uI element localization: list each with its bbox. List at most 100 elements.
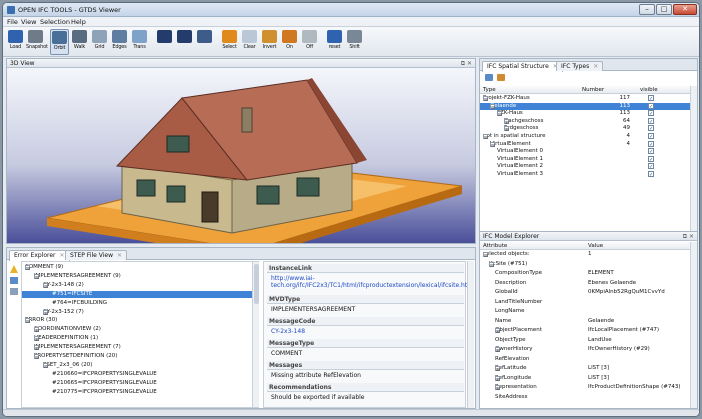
spatial-tree-row[interactable]: VirtualElement 0 ✓ [480, 148, 690, 155]
error-tree-scrollbar[interactable] [252, 262, 259, 407]
toolbar-button-grid[interactable]: Grid [90, 29, 109, 55]
expand-toggle-icon[interactable]: ⊞ [495, 375, 500, 383]
expand-toggle-icon[interactable]: ⊟ [34, 273, 39, 281]
col-number[interactable]: Number [582, 87, 604, 93]
tab-ifc-spatial-structure[interactable]: IFC Spatial Structure✕ [482, 61, 563, 72]
model-attribute-row[interactable]: ⊞ RefLatitude LIST [3] [480, 365, 690, 373]
toolbar-button-clear[interactable]: Clear [240, 29, 259, 55]
visible-checkbox[interactable]: ✓ [648, 102, 654, 110]
toolbar-button-tool[interactable] [195, 29, 214, 55]
visible-checkbox[interactable]: ✓ [648, 163, 654, 170]
expand-toggle-icon[interactable]: ⊞ [495, 347, 500, 354]
spatial-tool-icon-1[interactable] [485, 74, 493, 81]
error-tree-row[interactable]: #751=IFCSITE [22, 290, 258, 298]
expand-toggle-icon[interactable]: ⊞ [495, 328, 500, 335]
spatial-scrollbar[interactable] [690, 86, 697, 243]
spatial-tree-row[interactable]: ⊟ VirtualElement 4 ✓ [480, 140, 690, 149]
model-attribute-row[interactable]: Name Gelaende [480, 318, 690, 325]
panel-float-close-icons[interactable]: ⧉ ✕ [683, 232, 694, 241]
toolbar-button-orbit[interactable]: Orbit [50, 29, 69, 55]
toolbar-button-on[interactable]: On [280, 29, 299, 55]
spatial-tree-row[interactable]: ⊞ Erdgeschoss 49 ✓ [480, 125, 690, 133]
error-tree-row[interactable]: #764=IFCBUILDING [22, 300, 258, 307]
minimize-button[interactable]: – [639, 4, 655, 15]
visible-checkbox[interactable]: ✓ [648, 171, 654, 178]
error-tree-row[interactable]: ⊞ IMPLEMENTERSAGREEMENT (7) [22, 344, 258, 352]
expand-toggle-icon[interactable]: ⊟ [483, 252, 488, 259]
expand-toggle-icon[interactable]: ⊞ [495, 385, 500, 392]
col-visible[interactable]: visible [640, 87, 658, 93]
spatial-tree-row[interactable]: ⊟ Projekt-FZK-Haus 117 ✓ [480, 95, 690, 103]
tab-step-file-view[interactable]: STEP File View ✕ [65, 250, 128, 260]
spatial-tree-row[interactable]: ⊟ Gelaende 113 ✓ [480, 102, 690, 111]
toolbar-button-select[interactable]: Select [220, 29, 239, 55]
error-tree-row[interactable]: ⊟ ERROR (30) [22, 317, 258, 325]
expand-toggle-icon[interactable]: ⊟ [34, 354, 39, 361]
expand-toggle-icon[interactable]: ⊟ [43, 282, 48, 290]
model-attribute-row[interactable]: ⊞ ObjectPlacement IfcLocalPlacement (#747) [480, 327, 690, 335]
toolbar-button-edges[interactable]: Edges [110, 29, 129, 55]
toolbar-button-off[interactable]: Off [300, 29, 319, 55]
tab-error-explorer[interactable]: Error Explorer ✕ [9, 250, 70, 261]
menu-file[interactable]: File [7, 18, 18, 26]
menu-help[interactable]: Help [71, 18, 86, 26]
toolbar-button-invert[interactable]: Invert [260, 29, 279, 55]
error-tree-row[interactable]: ⊟ CY-2x3-148 (2) [22, 282, 258, 290]
toolbar-button-reset[interactable]: reset [325, 29, 344, 55]
toolbar-button-shift[interactable]: Shift [345, 29, 364, 55]
maximize-button[interactable]: □ [656, 4, 672, 15]
spatial-tree-row[interactable]: ⊟ not in spatial structure 4 ✓ [480, 133, 690, 141]
visible-checkbox[interactable]: ✓ [648, 148, 654, 155]
error-tool-icon[interactable] [10, 277, 18, 284]
toolbar-button-trans[interactable]: Trans [130, 29, 149, 55]
spatial-tree-row[interactable]: VirtualElement 2 ✓ [480, 163, 690, 170]
spatial-tree-row[interactable]: ⊟ FZK-Haus 113 ✓ [480, 110, 690, 118]
error-filter-icon[interactable] [10, 288, 18, 295]
col-value[interactable]: Value [588, 243, 603, 249]
expand-toggle-icon[interactable]: ⊞ [495, 366, 500, 373]
error-tree-row[interactable]: ⊟ PROPERTYSETDEFINITION (20) [22, 353, 258, 361]
close-tab-icon[interactable]: ✕ [593, 63, 598, 70]
model-attribute-row[interactable]: SiteAddress [480, 394, 690, 401]
error-tree-row[interactable]: ⊟ COMMENT (9) [22, 264, 258, 272]
error-tree-row[interactable]: #210775=IFCPROPERTYSINGLEVALUE [22, 389, 258, 396]
detail-field-value[interactable]: http://www.iai-tech.org/ifc/IFC2x3/TC1/h… [267, 273, 473, 291]
close-tab-icon[interactable]: ✕ [117, 252, 122, 259]
expand-toggle-icon[interactable]: ⊟ [483, 96, 488, 103]
visible-checkbox[interactable]: ✓ [648, 125, 654, 132]
error-scroll-thumb[interactable] [254, 264, 259, 304]
col-type[interactable]: Type [483, 87, 496, 93]
toolbar-button-walk[interactable]: Walk [70, 29, 89, 55]
model-attribute-row[interactable]: CompositionType ELEMENT [480, 270, 690, 277]
detail-field-value[interactable]: CY-2x3-148 [267, 326, 464, 337]
expand-toggle-icon[interactable]: ⊟ [490, 103, 495, 111]
model-attribute-row[interactable]: LongName [480, 308, 690, 315]
close-button[interactable]: ✕ [673, 4, 697, 15]
model-attribute-row[interactable]: ⊞ Representation IfcProductDefinitionShape… [480, 384, 690, 392]
model-attribute-row[interactable]: ⊞ OwnerHistory IfcOwnerHistory (#29) [480, 346, 690, 354]
spatial-tree-row[interactable]: ⊞ Dachgeschoss 64 ✓ [480, 117, 690, 126]
expand-toggle-icon[interactable]: ⊞ [34, 327, 39, 334]
toolbar-button-points[interactable] [155, 29, 174, 55]
model-attribute-row[interactable]: ⊟ IfcSite (#751) [480, 261, 690, 269]
close-tab-icon[interactable]: ✕ [60, 252, 65, 259]
warning-icon[interactable] [10, 265, 18, 273]
model-attribute-row[interactable]: ObjectType LandUse [480, 337, 690, 344]
expand-toggle-icon[interactable]: ⊟ [489, 261, 494, 269]
expand-toggle-icon[interactable]: ⊟ [497, 111, 502, 118]
col-attribute[interactable]: Attribute [483, 243, 507, 249]
tab-ifc-types[interactable]: IFC Types ✕ [556, 61, 604, 71]
model-attribute-row[interactable]: RefElevation [480, 356, 690, 363]
error-tree-row[interactable]: ⊞ COORDINATIONVIEW (2) [22, 326, 258, 334]
expand-toggle-icon[interactable]: ⊟ [25, 318, 30, 325]
error-tree-row[interactable]: #210665=IFCPROPERTYSINGLEVALUE [22, 380, 258, 387]
expand-toggle-icon[interactable]: ⊞ [43, 309, 48, 317]
expand-toggle-icon[interactable]: ⊞ [504, 126, 509, 133]
model-attribute-row[interactable]: ⊞ RefLongitude LIST [3] [480, 375, 690, 383]
expand-toggle-icon[interactable]: ⊟ [43, 362, 48, 370]
visible-checkbox[interactable]: ✓ [648, 155, 654, 163]
spatial-tree-row[interactable]: VirtualElement 3 ✓ [480, 171, 690, 178]
expand-toggle-icon[interactable]: ⊞ [504, 118, 509, 126]
expand-toggle-icon[interactable]: ⊟ [483, 134, 488, 141]
model-attribute-row[interactable]: Description Ebenes Gelaende [480, 280, 690, 287]
